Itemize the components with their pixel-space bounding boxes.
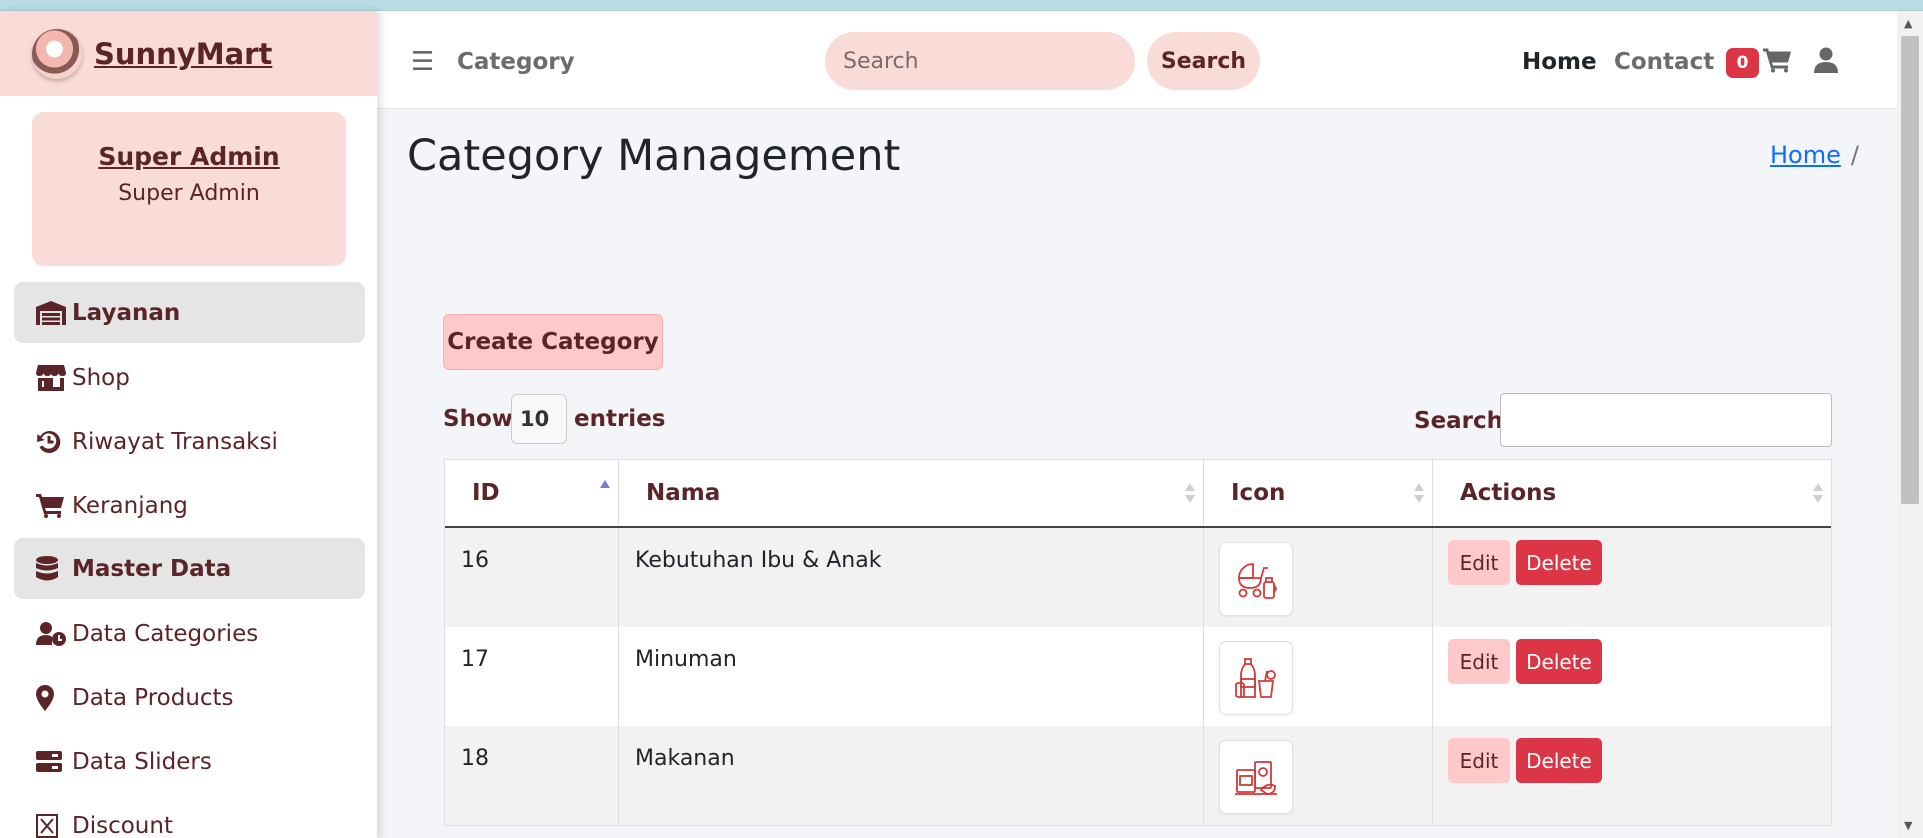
scroll-down-arrow-icon[interactable]: ▼ xyxy=(1904,819,1912,832)
search-button[interactable]: Search xyxy=(1147,32,1260,90)
scroll-up-arrow-icon[interactable]: ▲ xyxy=(1904,17,1912,30)
cell-actions: Edit Delete xyxy=(1433,528,1831,627)
food-icon xyxy=(1219,740,1293,814)
cell-nama: Kebutuhan Ibu & Anak xyxy=(619,528,1204,627)
user-clock-icon xyxy=(36,620,68,648)
table-row: 17 Minuman Edit Delete xyxy=(445,627,1831,726)
create-category-button[interactable]: Create Category xyxy=(443,314,663,370)
brand-logo xyxy=(32,28,82,79)
cart-count-badge: 0 xyxy=(1726,48,1759,78)
column-header-label: Nama xyxy=(646,480,721,506)
nav-contact-link[interactable]: Contact xyxy=(1614,49,1714,75)
sidebar-item-keranjang[interactable]: Keranjang xyxy=(14,474,365,538)
column-header-icon[interactable]: Icon xyxy=(1204,460,1433,526)
store-icon xyxy=(36,364,68,392)
breadcrumb-home-link[interactable]: Home xyxy=(1770,141,1841,169)
database-icon xyxy=(36,555,68,583)
entries-select[interactable]: 10 xyxy=(511,394,567,444)
column-header-label: Actions xyxy=(1460,480,1557,506)
sidebar-section-master-data[interactable]: Master Data xyxy=(14,538,365,599)
sidebar-item-discount[interactable]: Discount xyxy=(14,794,365,838)
table-header: ID Nama Icon Actions xyxy=(445,460,1831,528)
cell-nama: Makanan xyxy=(619,726,1204,825)
nav-home-link[interactable]: Home xyxy=(1522,49,1597,75)
cell-id: 17 xyxy=(445,627,619,726)
cell-icon xyxy=(1204,528,1433,627)
sidebar-item-label: Data Sliders xyxy=(72,749,212,775)
edit-button[interactable]: Edit xyxy=(1448,738,1510,783)
sidebar-item-shop[interactable]: Shop xyxy=(14,346,365,410)
cell-icon xyxy=(1204,726,1433,825)
page-scrollbar[interactable]: ▲ ▼ xyxy=(1897,11,1923,838)
page-title: Category Management xyxy=(407,131,901,181)
brand-name[interactable]: SunnyMart xyxy=(94,37,272,71)
delete-button[interactable]: Delete xyxy=(1516,639,1602,684)
history-icon xyxy=(36,428,68,456)
drinks-icon xyxy=(1219,641,1293,715)
sidebar-item-label: Shop xyxy=(72,365,130,391)
sidebar-item-data-sliders[interactable]: Data Sliders xyxy=(14,730,365,794)
sort-icon xyxy=(1813,483,1823,503)
column-header-label: Icon xyxy=(1231,480,1286,506)
brand[interactable]: SunnyMart xyxy=(0,11,377,96)
user-card: Super Admin Super Admin xyxy=(32,112,346,266)
sidebar-item-riwayat-transaksi[interactable]: Riwayat Transaksi xyxy=(14,410,365,474)
breadcrumb-separator: / xyxy=(1850,141,1859,169)
hamburger-icon[interactable]: ☰ xyxy=(411,47,434,77)
user-name[interactable]: Super Admin xyxy=(32,142,346,171)
delete-button[interactable]: Delete xyxy=(1516,540,1602,585)
sort-asc-icon xyxy=(600,480,610,488)
server-icon xyxy=(36,748,68,776)
edit-button[interactable]: Edit xyxy=(1448,540,1510,585)
cell-id: 16 xyxy=(445,528,619,627)
warehouse-icon xyxy=(36,299,68,327)
edit-button[interactable]: Edit xyxy=(1448,639,1510,684)
table-row: 18 Makanan Edit Delete xyxy=(445,726,1831,825)
search-input[interactable] xyxy=(825,32,1135,90)
sort-icon xyxy=(1185,483,1195,503)
column-header-nama[interactable]: Nama xyxy=(619,460,1204,526)
table-search-input[interactable] xyxy=(1500,393,1832,447)
nav-category-link[interactable]: Category xyxy=(457,49,575,75)
sidebar-item-label: Data Products xyxy=(72,685,234,711)
sidebar-item-label: Data Categories xyxy=(72,621,259,647)
table-row: 16 Kebutuhan Ibu & Anak Edit Delete xyxy=(445,528,1831,627)
column-header-label: ID xyxy=(472,480,500,506)
cell-nama: Minuman xyxy=(619,627,1204,726)
sidebar-item-label: Riwayat Transaksi xyxy=(72,429,278,455)
cell-id: 18 xyxy=(445,726,619,825)
delete-button[interactable]: Delete xyxy=(1516,738,1602,783)
column-header-actions[interactable]: Actions xyxy=(1433,460,1831,526)
scroll-thumb[interactable] xyxy=(1901,36,1919,504)
sidebar: SunnyMart Super Admin Super Admin Layana… xyxy=(0,11,377,838)
cart-icon[interactable] xyxy=(1763,48,1791,77)
sidebar-section-label: Master Data xyxy=(72,555,232,582)
sidebar-item-label: Discount xyxy=(72,813,173,838)
sidebar-item-label: Keranjang xyxy=(72,493,188,519)
ticket-icon xyxy=(36,812,68,838)
table-search-label: Search: xyxy=(1414,408,1513,434)
sidebar-menu: Layanan Shop Riwayat Transaksi Keranjang… xyxy=(14,282,365,838)
cell-actions: Edit Delete xyxy=(1433,627,1831,726)
user-role: Super Admin xyxy=(118,181,260,206)
sort-icon xyxy=(1414,483,1424,503)
top-strip xyxy=(0,0,1923,11)
breadcrumb: Home / xyxy=(1770,141,1859,169)
baby-stroller-icon xyxy=(1219,542,1293,616)
user-icon[interactable] xyxy=(1814,47,1838,77)
category-table: ID Nama Icon Actions 16 Kebutuhan Ibu & … xyxy=(444,459,1832,826)
cart-icon xyxy=(36,492,68,520)
show-label: Show xyxy=(443,406,513,432)
sidebar-section-layanan[interactable]: Layanan xyxy=(14,282,365,343)
entries-label: entries xyxy=(574,406,666,432)
cell-actions: Edit Delete xyxy=(1433,726,1831,825)
location-pin-icon xyxy=(36,684,68,712)
top-navbar: ☰ Category Search Home Contact 0 xyxy=(377,11,1897,109)
sidebar-item-data-products[interactable]: Data Products xyxy=(14,666,365,730)
sidebar-section-label: Layanan xyxy=(72,299,181,326)
column-header-id[interactable]: ID xyxy=(445,460,619,526)
cell-icon xyxy=(1204,627,1433,726)
sidebar-item-data-categories[interactable]: Data Categories xyxy=(14,602,365,666)
